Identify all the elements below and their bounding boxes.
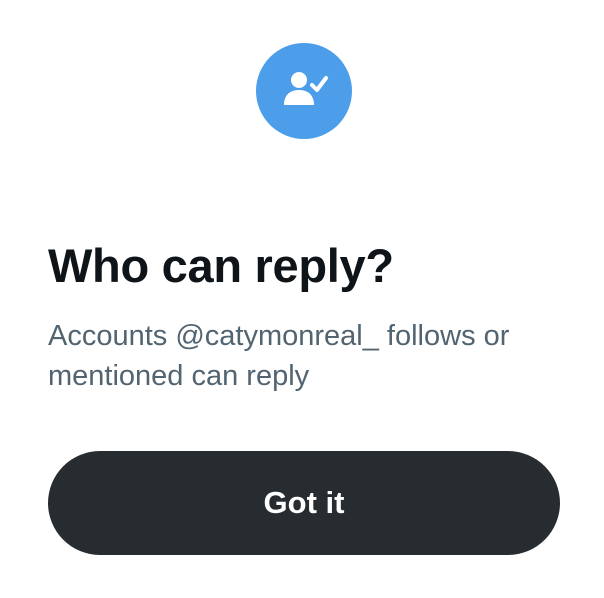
- got-it-button[interactable]: Got it: [48, 451, 560, 555]
- reply-settings-dialog: Who can reply? Accounts @catymonreal_ fo…: [0, 0, 604, 598]
- dialog-description: Accounts @catymonreal_ follows or mentio…: [48, 320, 510, 392]
- dialog-title: Who can reply?: [48, 239, 394, 292]
- person-check-icon: [256, 43, 352, 139]
